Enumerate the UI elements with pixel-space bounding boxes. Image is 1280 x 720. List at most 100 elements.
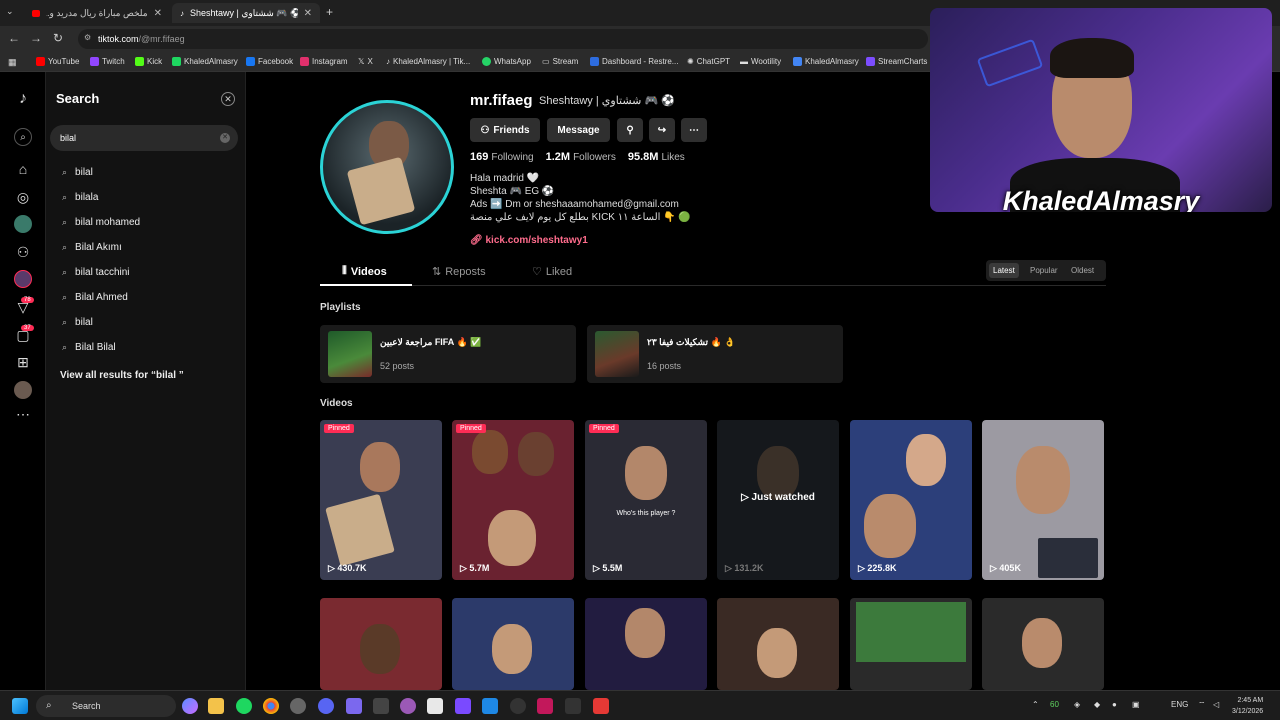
discord-tray-icon[interactable]: ● <box>1112 700 1117 709</box>
bookmark-streamcharts[interactable]: StreamCharts <box>866 57 927 66</box>
network-tray-icon[interactable]: ◈ <box>1074 700 1080 709</box>
back-icon[interactable]: ← <box>6 31 22 45</box>
search-input[interactable] <box>60 130 210 146</box>
explore-icon[interactable]: ◎ <box>14 188 32 206</box>
stat-following[interactable]: 169 Following <box>470 151 534 163</box>
video-card[interactable] <box>717 598 839 690</box>
profile-avatar[interactable] <box>320 100 454 234</box>
playlist-card[interactable]: مراجعة لاعبين FIFA 🔥 ✅ 52 posts <box>320 325 576 383</box>
video-card[interactable] <box>982 598 1104 690</box>
bookmark-whatsapp[interactable]: WhatsApp <box>482 57 531 66</box>
taskbar-search[interactable]: ⌕ Search <box>36 695 176 717</box>
bookmark-chatgpt[interactable]: ✺ ChatGPT <box>687 57 730 66</box>
bookmark-khaledalmasry[interactable]: KhaledAlmasry <box>172 57 238 66</box>
clear-icon[interactable]: ✕ <box>220 133 230 143</box>
tool-app-icon[interactable] <box>565 698 581 714</box>
sort-latest[interactable]: Latest <box>989 263 1019 278</box>
settings-icon[interactable] <box>290 698 306 714</box>
video-card[interactable]: ▷ 225.8K <box>850 420 972 580</box>
friends-button[interactable]: ⚇ Friends <box>470 118 540 142</box>
suggestion-item[interactable]: ⌕ bilal <box>62 317 93 328</box>
video-card[interactable] <box>452 598 574 690</box>
apps-icon[interactable]: ▦ <box>8 57 17 68</box>
shield-tray-icon[interactable]: ◆ <box>1094 700 1100 709</box>
playlist-card[interactable]: تشكيلات فيفا ٢٣ 🔥 👌 16 posts <box>587 325 843 383</box>
bookmark-facebook[interactable]: Facebook <box>246 57 293 66</box>
video-card[interactable]: Pinned ▷ 430.7K <box>320 420 442 580</box>
suggestion-item[interactable]: ⌕ Bilal Ahmed <box>62 292 128 303</box>
profile-avatar-icon[interactable] <box>14 381 32 399</box>
view-all-results-link[interactable]: View all results for “bilal ” <box>60 370 184 381</box>
video-card[interactable]: Who's this player ? Pinned ▷ 5.5M <box>585 420 707 580</box>
wifi-icon[interactable]: ⌔ <box>1198 700 1206 710</box>
volume-icon[interactable]: ◁ <box>1213 700 1219 709</box>
tab-liked[interactable]: ♡ Liked <box>532 265 572 279</box>
video-card[interactable] <box>585 598 707 690</box>
search-icon[interactable]: ⌕ <box>14 128 32 146</box>
suggestion-item[interactable]: ⌕ bilal <box>62 167 93 178</box>
suggestion-item[interactable]: ⌕ Bilal Bilal <box>62 342 116 353</box>
tab-youtube[interactable]: ملخص مباراة ريال مدريد و...(103) ✕ <box>24 3 170 23</box>
bookmark-tiktok[interactable]: ♪ KhaledAlmasry | Tik... <box>386 57 470 66</box>
video-card[interactable]: Pinned ▷ 5.7M <box>452 420 574 580</box>
tray-chevron-icon[interactable]: ⌃ <box>1032 700 1039 709</box>
app-grid-icon[interactable] <box>346 698 362 714</box>
bookmark-restream[interactable]: Dashboard - Restre... <box>590 57 678 66</box>
live-icon[interactable] <box>14 270 32 288</box>
following-avatar-icon[interactable] <box>14 215 32 233</box>
bio-link[interactable]: 🔗︎ kick.com/sheshtawy1 <box>470 235 588 246</box>
new-tab-button[interactable]: + <box>326 5 333 19</box>
suggestion-item[interactable]: ⌕ bilala <box>62 192 98 203</box>
tab-reposts[interactable]: ⇅ Reposts <box>432 265 486 279</box>
site-info-icon[interactable]: ⚙ <box>84 33 91 42</box>
reload-icon[interactable]: ↻ <box>50 31 66 45</box>
url-field[interactable]: ⚙ tiktok.com/@mr.fifaeg <box>78 29 928 49</box>
add-friend-button[interactable]: ⚲ <box>617 118 643 142</box>
bookmark-x[interactable]: 𝕏X <box>358 57 373 66</box>
adobe-icon[interactable] <box>593 698 609 714</box>
app-tray-icon[interactable]: ▣ <box>1132 700 1140 709</box>
chrome-icon[interactable] <box>263 698 279 714</box>
obs-icon[interactable] <box>400 698 416 714</box>
tab-list-icon[interactable]: ⌄ <box>6 6 14 17</box>
forward-icon[interactable]: → <box>28 31 44 45</box>
video-card[interactable] <box>320 598 442 690</box>
video-card[interactable]: ▷ Just watched ▷ 131.2K <box>717 420 839 580</box>
tiktok-logo-icon[interactable]: ♪ <box>14 90 32 108</box>
tab-videos[interactable]: ⦀ Videos <box>342 265 387 278</box>
video-card[interactable]: ▷ 405K <box>982 420 1104 580</box>
bookmark-instagram[interactable]: Instagram <box>300 57 348 66</box>
windows-start-icon[interactable] <box>12 698 28 714</box>
bookmark-khaledalmasry-2[interactable]: KhaledAlmasry <box>793 57 859 66</box>
game-app-icon[interactable] <box>455 698 471 714</box>
search-field[interactable]: ✕ <box>50 125 238 151</box>
stat-followers[interactable]: 1.2M Followers <box>546 151 616 163</box>
sort-popular[interactable]: Popular <box>1026 263 1062 278</box>
bookmark-twitch[interactable]: Twitch <box>90 57 125 66</box>
video-card[interactable] <box>850 598 972 690</box>
message-button[interactable]: Message <box>547 118 610 142</box>
keyboard-app-icon[interactable] <box>373 698 389 714</box>
close-icon[interactable]: ✕ <box>154 8 162 19</box>
more-icon[interactable]: ⋯ <box>14 405 32 423</box>
sort-oldest[interactable]: Oldest <box>1067 263 1098 278</box>
share-button[interactable]: ↪ <box>649 118 675 142</box>
taskbar-clock[interactable]: 2:45 AM 3/12/2026 <box>1232 695 1263 717</box>
suggestion-item[interactable]: ⌕ bilal tacchini <box>62 267 130 278</box>
suggestion-item[interactable]: ⌕ Bilal Akımı <box>62 242 122 253</box>
bookmark-stream[interactable]: ▭ Stream <box>542 57 578 66</box>
more-options-button[interactable]: ⋯ <box>681 118 707 142</box>
close-icon[interactable]: ✕ <box>304 8 312 19</box>
file-explorer-icon[interactable] <box>208 698 224 714</box>
bookmark-youtube[interactable]: YouTube <box>36 57 79 66</box>
epic-icon[interactable] <box>510 698 526 714</box>
language-indicator[interactable]: ENG <box>1171 700 1188 709</box>
upload-icon[interactable]: ⊞ <box>14 353 32 371</box>
notes-icon[interactable] <box>427 698 443 714</box>
copilot-icon[interactable] <box>182 698 198 714</box>
close-icon[interactable]: ✕ <box>221 92 235 106</box>
discord-icon[interactable] <box>318 698 334 714</box>
bookmark-kick[interactable]: Kick <box>135 57 162 66</box>
bookmark-wootility[interactable]: ▬ Wootility <box>740 57 781 66</box>
tab-tiktok[interactable]: ♪ Sheshtawy | ششتاوي 🎮 ⚽ (@... ✕ <box>172 3 320 23</box>
